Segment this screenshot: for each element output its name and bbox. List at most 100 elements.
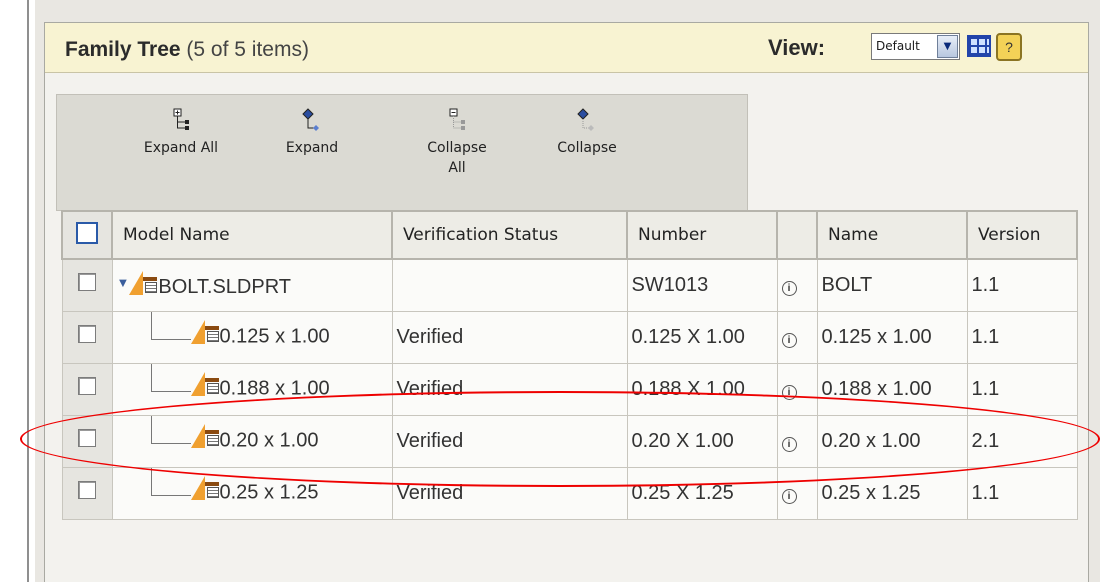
tree-connector (113, 312, 191, 362)
table-row: 0.20 x 1.00 Verified 0.20 X 1.00 i 0.20 … (61, 414, 1078, 468)
info-icon[interactable]: i (781, 280, 797, 296)
tree-connector (113, 364, 191, 414)
model-name: 0.20 x 1.00 (219, 429, 319, 452)
number: 0.25 X 1.25 (626, 466, 778, 520)
number: 0.188 X 1.00 (626, 362, 778, 416)
verification-status: Verified (391, 310, 628, 364)
collapse-label: Collapse (557, 140, 617, 156)
table-row: 0.188 x 1.00 Verified 0.188 X 1.00 i 0.1… (61, 362, 1078, 416)
title-text: Family Tree (65, 38, 181, 61)
part-icon (190, 424, 219, 449)
collapse-icon (577, 108, 597, 132)
table-icon (206, 435, 219, 447)
collapse-all-label-2: All (448, 160, 466, 176)
view-select-value: Default (876, 39, 920, 53)
expand-all-icon (171, 108, 191, 132)
chevron-down-icon[interactable]: ▼ (937, 35, 958, 58)
panel-header: Family Tree (5 of 5 items) View: Default… (45, 23, 1088, 73)
model-name-cell[interactable]: 0.25 x 1.25 (111, 466, 393, 520)
row-select-cell (61, 362, 113, 416)
info-icon[interactable]: i (781, 384, 797, 400)
name: BOLT (816, 258, 968, 312)
info-cell: i (776, 414, 818, 468)
grid-view-icon[interactable] (967, 35, 991, 57)
table-row: 0.25 x 1.25 Verified 0.25 X 1.25 i 0.25 … (61, 466, 1078, 520)
name: 0.25 x 1.25 (816, 466, 968, 520)
left-divider (27, 0, 29, 582)
select-all-cell (61, 210, 113, 260)
select-all-checkbox[interactable] (76, 221, 98, 244)
row-select-cell (61, 310, 113, 364)
version: 2.1 (966, 414, 1078, 468)
version: 1.1 (966, 466, 1078, 520)
collapse-all-button[interactable]: Collapse All (412, 108, 502, 178)
verification-status (391, 258, 628, 312)
verification-status: Verified (391, 414, 628, 468)
family-tree-panel: Family Tree (5 of 5 items) View: Default… (44, 22, 1089, 582)
view-label: View: (768, 35, 826, 60)
row-select-cell (61, 466, 113, 520)
verification-status: Verified (391, 362, 628, 416)
info-icon[interactable]: i (781, 436, 797, 452)
row-checkbox[interactable] (78, 377, 96, 395)
collapse-all-label-1: Collapse (427, 140, 487, 156)
info-cell: i (776, 310, 818, 364)
help-button[interactable]: ? (996, 33, 1022, 61)
column-header-info (776, 210, 818, 260)
item-count: (5 of 5 items) (186, 38, 309, 61)
model-name: 0.25 x 1.25 (219, 481, 319, 504)
tree-connector (113, 468, 191, 518)
expand-label: Expand (285, 140, 339, 156)
table-icon (206, 383, 219, 395)
column-header-model-name[interactable]: Model Name (111, 210, 393, 260)
version: 1.1 (966, 310, 1078, 364)
info-cell: i (776, 258, 818, 312)
table-icon (206, 487, 219, 499)
model-name: 0.188 x 1.00 (219, 377, 330, 400)
column-header-number[interactable]: Number (626, 210, 778, 260)
collapse-button[interactable]: Collapse (542, 108, 632, 158)
column-header-verification-status[interactable]: Verification Status (391, 210, 628, 260)
model-name-cell[interactable]: 0.125 x 1.00 (111, 310, 393, 364)
model-name-cell[interactable]: ▼ BOLT.SLDPRT (111, 258, 393, 312)
name: 0.125 x 1.00 (816, 310, 968, 364)
number: SW1013 (626, 258, 778, 312)
table-header-row: Model Name Verification Status Number Na… (61, 210, 1078, 260)
model-name: 0.125 x 1.00 (219, 325, 330, 348)
version: 1.1 (966, 362, 1078, 416)
family-tree-table: Model Name Verification Status Number Na… (61, 210, 1078, 520)
expand-button[interactable]: Expand (267, 108, 357, 158)
table-icon (145, 282, 158, 294)
name: 0.188 x 1.00 (816, 362, 968, 416)
row-checkbox[interactable] (78, 273, 96, 292)
tree-toolbar: Expand All Expand Collapse All Collapse (56, 94, 748, 211)
row-select-cell (61, 258, 113, 312)
row-checkbox[interactable] (78, 429, 96, 447)
part-icon (190, 320, 219, 345)
part-icon (129, 271, 158, 296)
model-name-cell[interactable]: 0.188 x 1.00 (111, 362, 393, 416)
info-icon[interactable]: i (781, 488, 797, 504)
model-name-cell[interactable]: 0.20 x 1.00 (111, 414, 393, 468)
row-select-cell (61, 414, 113, 468)
part-icon (190, 372, 219, 397)
tree-connector (113, 416, 191, 466)
name: 0.20 x 1.00 (816, 414, 968, 468)
table-row: ▼ BOLT.SLDPRT SW1013 i BOLT 1.1 (61, 258, 1078, 312)
expand-icon (302, 108, 322, 132)
number: 0.20 X 1.00 (626, 414, 778, 468)
panel-title: Family Tree (5 of 5 items) (65, 38, 309, 62)
expand-all-button[interactable]: Expand All (121, 108, 241, 158)
row-checkbox[interactable] (78, 481, 96, 499)
model-name: BOLT.SLDPRT (158, 276, 292, 299)
column-header-version[interactable]: Version (966, 210, 1078, 260)
collapse-triangle-icon[interactable]: ▼ (117, 275, 130, 290)
collapse-all-icon (447, 108, 467, 132)
view-select[interactable]: Default ▼ (871, 33, 960, 60)
info-icon[interactable]: i (781, 332, 797, 348)
info-cell: i (776, 362, 818, 416)
row-checkbox[interactable] (78, 325, 96, 343)
version: 1.1 (966, 258, 1078, 312)
column-header-name[interactable]: Name (816, 210, 968, 260)
table-icon (206, 331, 219, 343)
